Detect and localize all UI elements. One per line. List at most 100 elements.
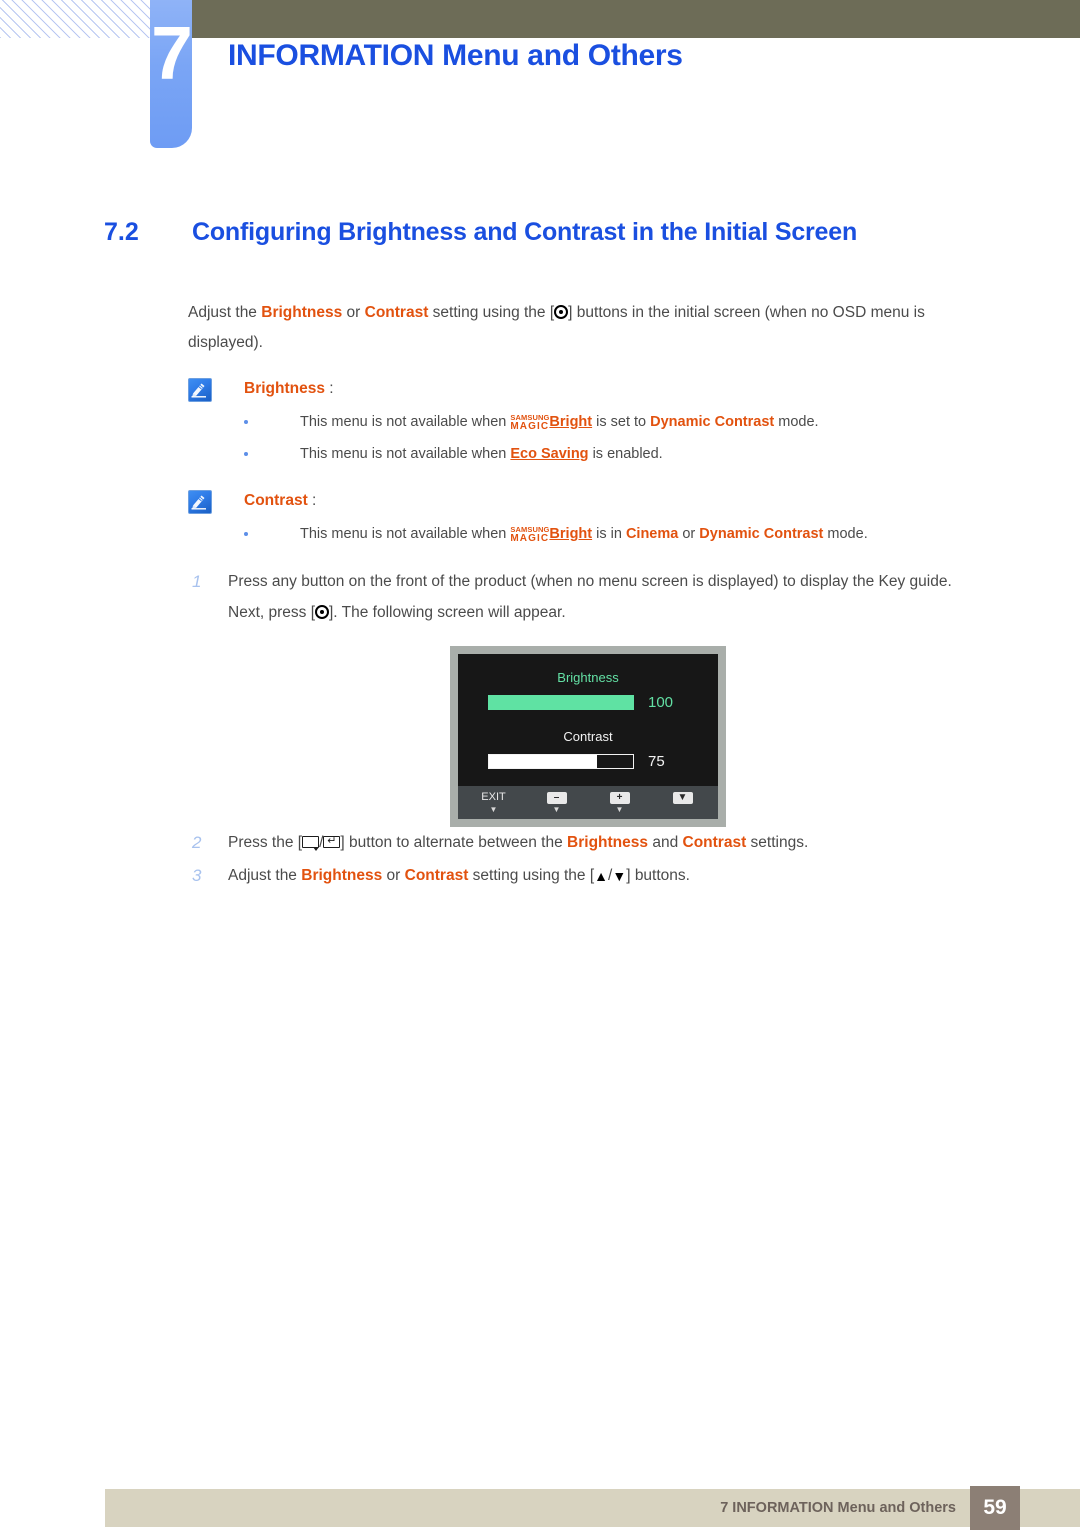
osd-screen: Brightness 100 Contrast 75 [458, 654, 718, 786]
intro-brightness-term: Brightness [261, 304, 343, 321]
magic-magic-text: MAGIC [510, 421, 550, 432]
bullet-item: This menu is not available when SAMSUNG M… [244, 518, 988, 550]
step-3-text-4: ] buttons. [626, 867, 690, 884]
bullet-mode-term-2: Dynamic Contrast [699, 526, 824, 542]
minus-icon: – [546, 792, 567, 804]
section-heading: 7.2 Configuring Brightness and Contrast … [104, 218, 1024, 247]
step-3-text-2: or [382, 867, 405, 884]
bullet-text-pre: This menu is not available when [300, 526, 511, 542]
intro-contrast-term: Contrast [364, 304, 429, 321]
osd-brightness-row: 100 [458, 694, 718, 711]
osd-contrast-slider[interactable] [488, 754, 634, 769]
osd-brightness-value: 100 [648, 694, 674, 711]
enter-button-icon [315, 605, 329, 619]
page-footer: 7 INFORMATION Menu and Others 59 [105, 1486, 1080, 1530]
note-bullets-contrast: This menu is not available when SAMSUNG M… [188, 518, 988, 550]
osd-contrast-row: 75 [458, 753, 718, 770]
source-button-icon [302, 836, 320, 851]
magic-bright-word: Bright [549, 526, 593, 542]
osd-key-down[interactable]: ▼ [651, 790, 714, 815]
page-content: Adjust the Brightness or Contrast settin… [188, 298, 988, 894]
footer-page-number: 59 [970, 1486, 1020, 1530]
step-2-text-2: ] button to alternate between the [340, 834, 568, 851]
osd-key-plus-arrow-icon: ▼ [615, 805, 624, 814]
bullet-item: This menu is not available when SAMSUNG M… [244, 406, 988, 438]
step-2-text-1: Press the [ [228, 834, 303, 851]
step-3-contrast-term: Contrast [404, 867, 469, 884]
osd-key-plus[interactable]: + ▼ [588, 790, 651, 815]
step-1-index: 1 [192, 572, 202, 591]
footer-chapter-text: 7 INFORMATION Menu and Others [720, 1500, 956, 1516]
step-3-text-3: setting using the [ [468, 867, 595, 884]
bullet-eco-saving-term: Eco Saving [510, 446, 589, 462]
source-button-nub-icon [313, 847, 320, 851]
bullet-dot-icon [244, 452, 248, 456]
bullet-text-pre: This menu is not available when [300, 446, 511, 462]
magic-bright-logotype: SAMSUNG MAGIC [510, 526, 549, 545]
note-title-contrast: Contrast : [244, 488, 988, 514]
plus-icon: + [609, 792, 630, 804]
bullet-mode-term: Dynamic Contrast [650, 414, 775, 430]
osd-key-exit-label: EXIT [481, 791, 506, 803]
note-title-colon: : [307, 492, 317, 509]
section-number: 7.2 [104, 218, 139, 246]
magic-magic-text: MAGIC [510, 533, 550, 544]
osd-brightness-slider[interactable] [488, 695, 634, 710]
bullet-text-mid: is in [592, 526, 626, 542]
osd-illustration-wrap: Brightness 100 Contrast 75 EXIT ▼ – ▼ + … [188, 646, 988, 827]
bullet-text-pre: This menu is not available when [300, 414, 511, 430]
chevron-down-icon: ▼ [672, 792, 693, 804]
osd-key-plus-glyph-wrap: + [588, 790, 651, 805]
osd-spacer [458, 770, 718, 786]
enter-button-icon [554, 305, 569, 319]
chapter-header: 7 INFORMATION Menu and Others [0, 0, 1080, 160]
osd-contrast-label: Contrast [563, 729, 613, 744]
arrow-up-icon: ▲ [594, 868, 609, 884]
hatch-pattern-decoration [0, 0, 152, 38]
osd-key-exit-arrow-icon: ▼ [489, 805, 498, 814]
note-bullets-brightness: This menu is not available when SAMSUNG M… [188, 406, 988, 470]
osd-contrast-fill [489, 755, 597, 768]
osd-key-exit[interactable]: EXIT ▼ [462, 790, 525, 815]
step-2: 2Press the [/] button to alternate betwe… [188, 827, 988, 858]
bullet-text-mid: is set to [592, 414, 651, 430]
osd-spacer [458, 711, 718, 727]
magic-bright-logotype: SAMSUNG MAGIC [510, 414, 549, 433]
bullet-item: This menu is not available when Eco Savi… [244, 438, 988, 470]
enter-key-button-icon [323, 836, 341, 848]
bullet-text-post: is enabled. [588, 446, 663, 462]
osd-contrast-value: 75 [648, 753, 665, 770]
note-block-contrast: Contrast : This menu is not available wh… [188, 488, 988, 550]
olive-header-bar [192, 0, 1080, 38]
step-2-text-3: and [648, 834, 683, 851]
chapter-title: INFORMATION Menu and Others [228, 39, 683, 72]
intro-text-3: setting using the [ [428, 304, 555, 321]
note-title-text: Brightness [244, 380, 325, 397]
bullet-conj: or [678, 526, 700, 542]
osd-bezel: Brightness 100 Contrast 75 EXIT ▼ – ▼ + … [450, 646, 726, 827]
osd-key-minus-arrow-icon: ▼ [552, 805, 561, 814]
intro-text-1: Adjust the [188, 304, 262, 321]
osd-key-minus[interactable]: – ▼ [525, 790, 588, 815]
note-title-text: Contrast [244, 492, 308, 509]
osd-key-down-glyph-wrap: ▼ [651, 790, 714, 805]
note-pen-icon [188, 490, 212, 514]
bullet-text-post: mode. [774, 414, 819, 430]
intro-paragraph: Adjust the Brightness or Contrast settin… [188, 298, 988, 358]
chapter-number: 7 [151, 11, 193, 95]
note-title-colon: : [324, 380, 334, 397]
intro-text-2: or [342, 304, 365, 321]
bullet-dot-icon [244, 420, 248, 424]
note-block-brightness: Brightness : This menu is not available … [188, 376, 988, 470]
osd-brightness-label: Brightness [557, 670, 619, 685]
step-2-brightness-term: Brightness [567, 834, 649, 851]
steps-list: 1 Press any button on the front of the pr… [188, 566, 988, 892]
section-title: Configuring Brightness and Contrast in t… [192, 218, 858, 246]
bullet-mode-term-1: Cinema [625, 526, 679, 542]
step-1-text-2: ]. The following screen will appear. [329, 604, 566, 621]
osd-key-minus-glyph-wrap: – [525, 790, 588, 805]
osd-key-guide-bar: EXIT ▼ – ▼ + ▼ ▼ [458, 786, 718, 819]
step-2-contrast-term: Contrast [682, 834, 747, 851]
note-title-brightness: Brightness : [244, 376, 988, 402]
step-3-index: 3 [192, 866, 202, 885]
